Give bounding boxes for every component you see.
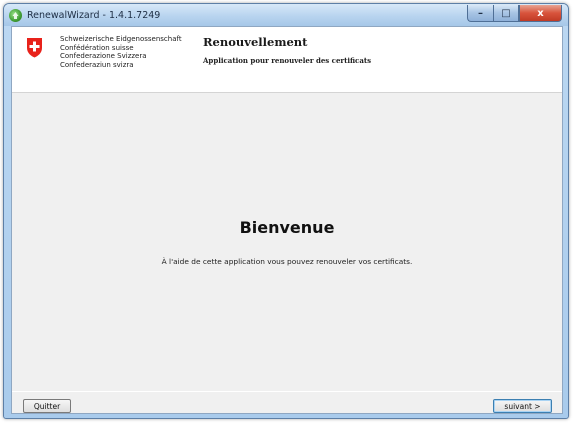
close-button[interactable]: x (519, 5, 562, 22)
quit-button[interactable]: Quitter (23, 399, 71, 413)
welcome-heading: Bienvenue (239, 218, 335, 237)
title-bar[interactable]: RenewalWizard - 1.4.1.7249 – □ x (4, 4, 568, 26)
confederation-line-it: Confederazione Svizzera (60, 52, 147, 61)
wizard-panel: Schweizerische Eidgenossenschaft Confédé… (11, 26, 563, 414)
next-button[interactable]: suivant > (493, 399, 552, 413)
maximize-button[interactable]: □ (493, 5, 519, 22)
minimize-button[interactable]: – (467, 5, 493, 22)
wizard-content: Bienvenue À l'aide de cette application … (12, 94, 562, 388)
wizard-subtitle: Application pour renouveler des certific… (203, 56, 372, 65)
confederation-line-rm: Confederaziun svizra (60, 60, 134, 69)
footer-divider (12, 391, 562, 392)
application-window: RenewalWizard - 1.4.1.7249 – □ x Schweiz… (3, 3, 569, 419)
confederation-names: Schweizerische Eidgenossenschaft Confédé… (60, 35, 182, 69)
confederation-line-de: Schweizerische Eidgenossenschaft (60, 35, 182, 43)
window-controls: – □ x (467, 5, 562, 22)
confederation-line-fr: Confédération suisse (60, 43, 134, 52)
minimize-icon: – (478, 7, 483, 19)
wizard-title: Renouvellement (203, 35, 308, 49)
welcome-text: À l'aide de cette application vous pouve… (161, 257, 413, 266)
app-icon (9, 8, 22, 22)
swiss-flag-icon (27, 38, 42, 58)
close-icon: x (537, 7, 544, 19)
window-title: RenewalWizard - 1.4.1.7249 (27, 9, 161, 21)
wizard-header: Schweizerische Eidgenossenschaft Confédé… (12, 27, 562, 93)
maximize-icon: □ (501, 7, 511, 19)
